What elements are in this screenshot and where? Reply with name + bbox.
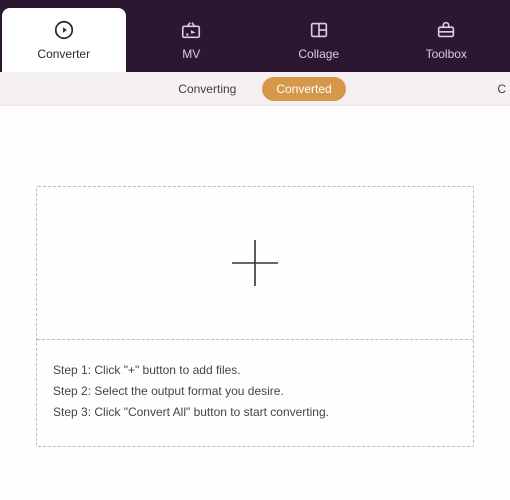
top-nav: Converter MV Collage Toolbox	[0, 0, 510, 72]
step-2: Step 2: Select the output format you des…	[53, 382, 457, 400]
tab-label: Collage	[298, 47, 339, 61]
add-files-button[interactable]	[37, 187, 473, 339]
subbar-extra: C	[497, 82, 506, 96]
subtab-converted[interactable]: Converted	[262, 77, 345, 101]
step-3: Step 3: Click "Convert All" button to st…	[53, 403, 457, 421]
tab-collage[interactable]: Collage	[257, 8, 381, 72]
tab-label: Converter	[37, 47, 90, 61]
subtab-converting[interactable]: Converting	[164, 77, 250, 101]
drop-zone: Step 1: Click "+" button to add files. S…	[36, 186, 474, 447]
step-1: Step 1: Click "+" button to add files.	[53, 361, 457, 379]
tab-mv[interactable]: MV	[130, 8, 254, 72]
tab-toolbox[interactable]: Toolbox	[385, 8, 509, 72]
tab-label: Toolbox	[426, 47, 467, 61]
tab-label: MV	[182, 47, 200, 61]
collage-icon	[308, 19, 330, 41]
tab-converter[interactable]: Converter	[2, 8, 126, 72]
plus-icon	[226, 234, 284, 292]
converter-icon	[53, 19, 75, 41]
content-area: Step 1: Click "+" button to add files. S…	[0, 106, 510, 477]
mv-icon	[180, 19, 202, 41]
instructions: Step 1: Click "+" button to add files. S…	[37, 340, 473, 446]
sub-nav: Converting Converted C	[0, 72, 510, 106]
toolbox-icon	[435, 19, 457, 41]
